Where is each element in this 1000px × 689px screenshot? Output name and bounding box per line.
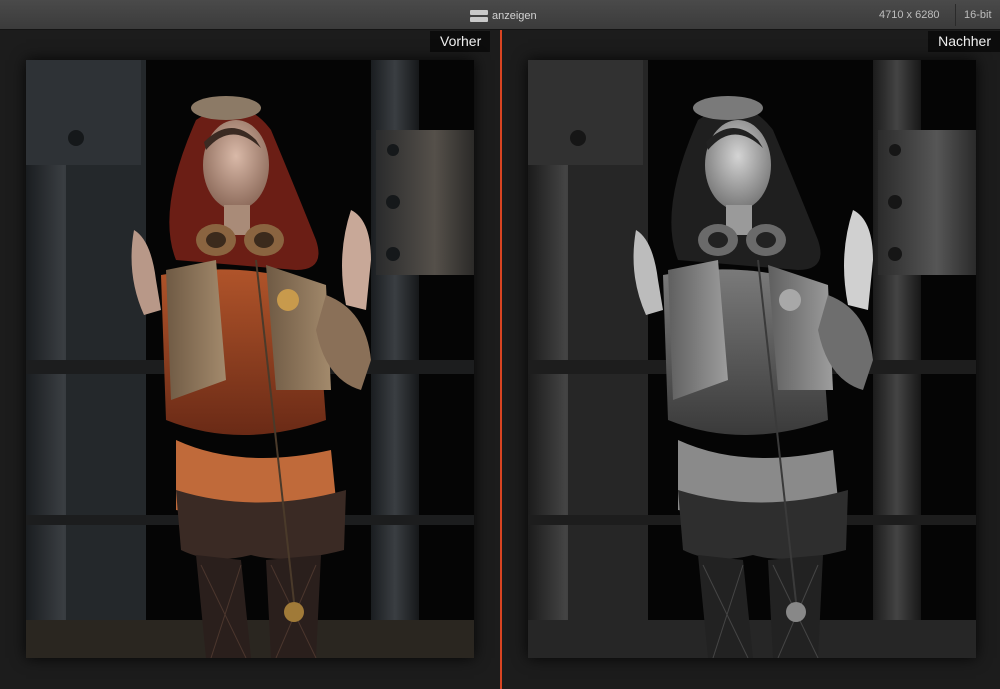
after-pane: Nachher	[502, 30, 1000, 689]
split-horizontal-icon	[470, 9, 488, 23]
toolbar-separator	[955, 4, 956, 26]
compare-view-toggle[interactable]: anzeigen	[470, 8, 537, 24]
top-toolbar: anzeigen 4710 x 6280 16-bit	[0, 0, 1000, 30]
after-photo[interactable]	[528, 60, 976, 658]
before-photo[interactable]	[26, 60, 474, 658]
image-dimensions: 4710 x 6280	[879, 9, 940, 21]
after-label: Nachher	[928, 31, 1000, 52]
bit-depth: 16-bit	[964, 9, 992, 21]
before-label: Vorher	[430, 31, 491, 52]
compare-view-label: anzeigen	[492, 10, 537, 22]
before-pane: Vorher	[0, 30, 500, 689]
